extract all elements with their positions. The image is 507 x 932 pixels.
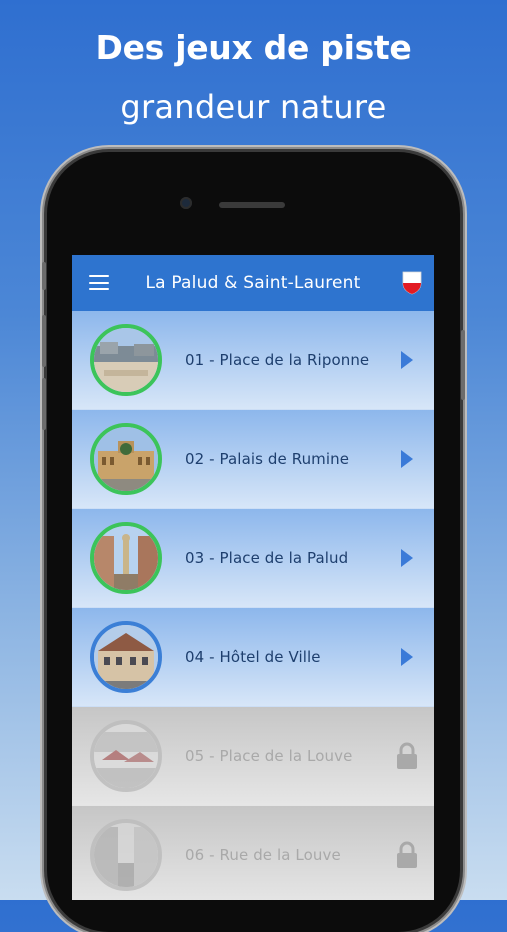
- stop-label: 04 - Hôtel de Ville: [185, 648, 321, 666]
- list-item-stop-01[interactable]: 01 - Place de la Riponne: [72, 311, 434, 410]
- palace-photo-icon: [94, 427, 158, 491]
- stop-label: 05 - Place de la Louve: [185, 747, 353, 765]
- list-item-stop-04[interactable]: 04 - Hôtel de Ville: [72, 608, 434, 707]
- stop-thumbnail: [90, 324, 162, 396]
- stop-label: 06 - Rue de la Louve: [185, 846, 341, 864]
- power-button: [461, 330, 465, 400]
- list-item-stop-05[interactable]: 05 - Place de la Louve: [72, 707, 434, 806]
- street-photo-icon: [94, 823, 158, 887]
- hamburger-menu-icon[interactable]: [89, 275, 109, 290]
- volume-down-button: [42, 378, 46, 430]
- list-item-stop-02[interactable]: 02 - Palais de Rumine: [72, 410, 434, 509]
- padlock-icon: [397, 841, 417, 868]
- app-title: La Palud & Saint-Laurent: [145, 273, 361, 293]
- play-arrow-icon[interactable]: [400, 647, 414, 667]
- stop-thumbnail: [90, 423, 162, 495]
- app-screen: La Palud & Saint-Laurent 01 - Place de l…: [72, 255, 434, 900]
- stop-label: 03 - Place de la Palud: [185, 549, 349, 567]
- volume-up-button: [42, 315, 46, 367]
- stop-label: 02 - Palais de Rumine: [185, 450, 350, 468]
- stops-list: 01 - Place de la Riponne 02 - Palais de …: [72, 311, 434, 900]
- mute-switch: [42, 262, 46, 290]
- fountain-photo-icon: [94, 526, 158, 590]
- stop-thumbnail: [90, 819, 162, 891]
- play-arrow-icon[interactable]: [400, 548, 414, 568]
- app-bar: La Palud & Saint-Laurent: [72, 255, 434, 311]
- stop-thumbnail: [90, 621, 162, 693]
- square-photo-icon: [94, 328, 158, 392]
- lausanne-flag-icon[interactable]: [402, 271, 422, 295]
- town-hall-photo-icon: [94, 625, 158, 689]
- front-camera: [180, 197, 192, 209]
- list-item-stop-06[interactable]: 06 - Rue de la Louve: [72, 806, 434, 900]
- square-umbrellas-photo-icon: [94, 724, 158, 788]
- list-item-stop-03[interactable]: 03 - Place de la Palud: [72, 509, 434, 608]
- play-arrow-icon[interactable]: [400, 449, 414, 469]
- stop-thumbnail: [90, 522, 162, 594]
- earpiece-speaker: [219, 202, 285, 208]
- promo-subheadline: grandeur nature: [120, 88, 387, 126]
- stop-label: 01 - Place de la Riponne: [185, 351, 370, 369]
- play-arrow-icon[interactable]: [400, 350, 414, 370]
- promo-headline: Des jeux de piste: [95, 28, 412, 67]
- padlock-icon: [397, 742, 417, 769]
- stop-thumbnail: [90, 720, 162, 792]
